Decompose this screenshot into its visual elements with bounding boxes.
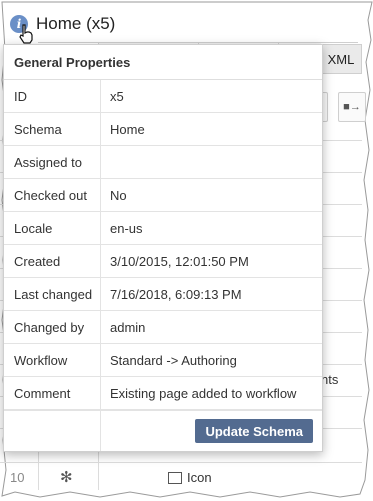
property-value: en-us	[100, 211, 322, 245]
property-value: 7/16/2018, 6:09:13 PM	[100, 277, 322, 311]
popup-title: General Properties	[4, 45, 322, 80]
property-key: Schema	[4, 112, 101, 146]
property-value: Standard -> Authoring	[100, 343, 322, 377]
property-row: Checked out No	[4, 178, 322, 212]
property-value	[100, 145, 322, 179]
tab-xml-label: XML	[327, 51, 355, 67]
property-value: 3/10/2015, 12:01:50 PM	[100, 244, 322, 278]
property-value: Existing page added to workflow	[100, 376, 322, 410]
property-key: Workflow	[4, 343, 101, 377]
footer-action-cell: Update Schema	[101, 411, 322, 451]
property-key: Assigned to	[4, 145, 101, 179]
property-row: Locale en-us	[4, 211, 322, 245]
property-key: Locale	[4, 211, 101, 245]
property-value-link[interactable]: x5	[100, 80, 322, 113]
image-icon	[168, 471, 182, 484]
property-key: ID	[4, 80, 101, 113]
update-schema-button[interactable]: Update Schema	[195, 419, 313, 443]
item-title: Home (x5)	[36, 14, 116, 33]
row-number: 10	[10, 470, 25, 485]
icon-cell[interactable]: Icon	[168, 470, 212, 485]
property-value-link[interactable]: Home	[100, 112, 322, 146]
property-row: Last changed 7/16/2018, 6:09:13 PM	[4, 277, 322, 311]
footer-empty-cell	[4, 411, 101, 451]
tab-xml[interactable]: XML	[320, 44, 362, 74]
icon-cell-label: Icon	[187, 470, 212, 485]
property-key: Comment	[4, 376, 101, 410]
property-row: Assigned to	[4, 145, 322, 179]
property-value: No	[100, 178, 322, 212]
property-row: ID x5	[4, 80, 322, 113]
hand-pointer-icon	[19, 24, 33, 44]
popup-footer: Update Schema	[4, 410, 322, 451]
property-key: Checked out	[4, 178, 101, 212]
property-value: admin	[100, 310, 322, 344]
asterisk-icon: ✻	[60, 469, 73, 486]
property-row: Comment Existing page added to workflow	[4, 376, 322, 410]
general-properties-popup: General Properties ID x5 Schema Home Assigne…	[3, 44, 323, 452]
connector-tool-icon[interactable]: ■→	[338, 92, 366, 122]
property-key: Changed by	[4, 310, 101, 344]
grid-line	[0, 462, 362, 463]
property-row: Schema Home	[4, 112, 322, 146]
property-key: Last changed	[4, 277, 101, 311]
property-row: Created 3/10/2015, 12:01:50 PM	[4, 244, 322, 278]
property-row: Changed by admin	[4, 310, 322, 344]
property-row: Workflow Standard -> Authoring	[4, 343, 322, 377]
background-toolbar: ▾ ■→	[312, 92, 366, 122]
background-cell-text: nts	[321, 372, 339, 387]
property-key: Created	[4, 244, 101, 278]
properties-table: ID x5 Schema Home Assigned to Checked out No Lo…	[4, 80, 322, 410]
